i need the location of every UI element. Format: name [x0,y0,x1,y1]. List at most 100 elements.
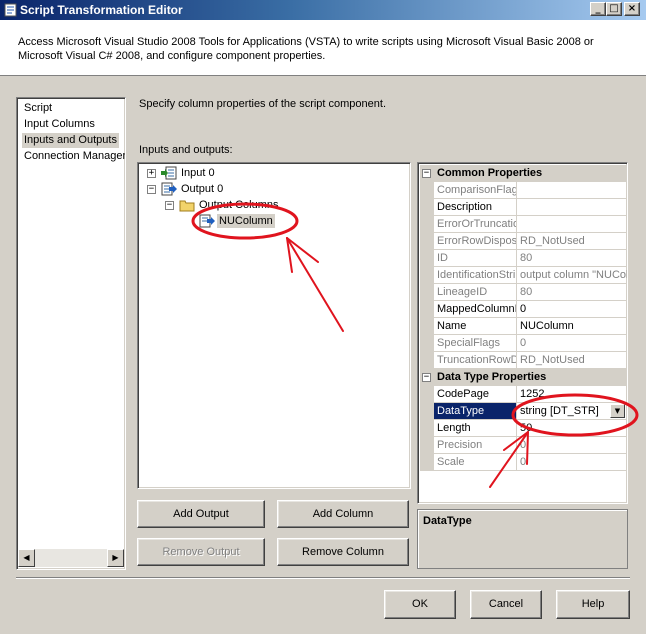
property-row-comparison-flags[interactable]: ComparisonFlags [420,182,627,199]
property-value-text: RD_NotUsed [520,235,585,247]
inputs-outputs-tree[interactable]: + Input 0 − Output 0 − Output Columns NU… [137,162,411,489]
property-row-error-or-truncation-operation[interactable]: ErrorOrTruncationOperation [420,216,627,233]
minimize-button[interactable]: _ [590,2,606,16]
property-value-text: RD_NotUsed [520,354,585,366]
collapse-output-columns-icon[interactable]: − [165,201,174,210]
property-value[interactable]: 50 [518,420,627,436]
property-value[interactable]: 0 [518,301,627,317]
property-row-gutter [420,318,434,335]
expand-input0-icon[interactable]: + [147,169,156,178]
property-row-lineage-id[interactable]: LineageID 80 [420,284,627,301]
property-row-description[interactable]: Description [420,199,627,216]
page-list: Script Input Columns Inputs and Outputs … [16,97,126,570]
collapse-datatype-icon[interactable]: − [422,373,431,382]
property-row-gutter [420,301,434,318]
property-row-gutter [420,335,434,352]
close-button[interactable]: × [624,2,640,16]
property-value[interactable] [518,199,627,215]
inputs-outputs-label: Inputs and outputs: [139,144,233,156]
add-output-button[interactable]: Add Output [137,500,265,528]
property-value[interactable]: string [DT_STR] ▼ [518,403,627,419]
remove-output-button[interactable]: Remove Output [137,538,265,566]
property-value [518,216,627,232]
property-value-text: 0 [520,456,527,468]
scroll-left-icon[interactable]: ◀ [18,549,35,567]
property-name: ID [434,250,517,266]
app-icon [3,2,19,18]
separator [16,577,630,579]
property-name: Length [434,420,517,436]
header-description: Access Microsoft Visual Studio 2008 Tool… [18,36,594,62]
property-row-special-flags[interactable]: SpecialFlags 0 [420,335,627,352]
category-common-properties[interactable]: − Common Properties [420,165,627,182]
property-row-gutter [420,403,434,420]
property-row-precision[interactable]: Precision 0 [420,437,627,454]
property-grid[interactable]: − Common Properties ComparisonFlags Descr… [417,162,628,504]
maximize-button[interactable]: □ [606,2,622,16]
property-value: 80 [518,284,627,300]
column-icon [199,214,215,228]
property-row-gutter [420,352,434,369]
nav-item-inputs-and-outputs[interactable]: Inputs and Outputs [22,133,119,148]
property-value-text: 0 [520,439,527,451]
property-name: LineageID [434,284,517,300]
property-value-text: output column "NUColumn" [520,269,627,281]
property-name: ComparisonFlags [434,182,517,198]
nav-item-connection-managers[interactable]: Connection Managers [22,149,125,164]
tree-item-output-columns[interactable]: Output Columns [199,198,278,212]
property-row-gutter [420,182,434,199]
property-value: 0 [518,437,627,453]
help-button[interactable]: Help [556,590,630,619]
property-row-mapped-column-id[interactable]: MappedColumnID 0 [420,301,627,318]
tree-item-input0[interactable]: Input 0 [181,166,215,180]
folder-icon [179,198,195,212]
property-value: 0 [518,454,627,470]
property-value[interactable]: 1252 [518,386,627,402]
scroll-right-icon[interactable]: ▶ [107,549,124,567]
category-data-type-properties[interactable]: − Data Type Properties [420,369,627,386]
property-row-truncation-row-disposition[interactable]: TruncationRowDispositionRD_NotUsed [420,352,627,369]
property-value-text: 50 [520,422,533,434]
nav-item-input-columns[interactable]: Input Columns [22,117,97,132]
property-name: SpecialFlags [434,335,517,351]
property-value [518,182,627,198]
property-value-text: 1252 [520,388,545,400]
property-row-error-row-disposition[interactable]: ErrorRowDispositionRD_NotUsed [420,233,627,250]
property-row-gutter [420,437,434,454]
tree-item-output0[interactable]: Output 0 [181,182,223,196]
property-value: RD_NotUsed [518,352,627,368]
remove-column-button[interactable]: Remove Column [277,538,409,566]
ok-button[interactable]: OK [384,590,456,619]
property-row-identification-string[interactable]: IdentificationStringoutput column "NUCol… [420,267,627,284]
property-row-gutter [420,250,434,267]
horizontal-scrollbar[interactable]: ◀ ▶ [18,549,124,567]
collapse-output0-icon[interactable]: − [147,185,156,194]
property-row-id[interactable]: ID 80 [420,250,627,267]
nav-item-script[interactable]: Script [22,101,54,116]
property-row-gutter [420,233,434,250]
property-row-scale[interactable]: Scale 0 [420,454,627,471]
cancel-button[interactable]: Cancel [470,590,542,619]
add-column-button[interactable]: Add Column [277,500,409,528]
property-row-name[interactable]: Name NUColumn [420,318,627,335]
property-row-gutter [420,267,434,284]
property-value-text: 80 [520,252,533,264]
collapse-common-icon[interactable]: − [422,169,431,178]
window-title: Script Transformation Editor [20,3,183,17]
dropdown-arrow-icon[interactable]: ▼ [610,404,625,418]
property-row-gutter [420,454,434,471]
property-value-text: string [DT_STR] [520,405,599,417]
property-name: ErrorRowDisposition [434,233,517,249]
property-row-gutter [420,386,434,403]
category-common-title: Common Properties [437,167,543,179]
tree-item-nucolumn[interactable]: NUColumn [217,214,275,228]
property-value: output column "NUColumn" [518,267,627,283]
property-row-data-type[interactable]: DataType string [DT_STR] ▼ [420,403,627,420]
property-value-text: 0 [520,303,527,315]
property-row-length[interactable]: Length 50 [420,420,627,437]
property-value[interactable]: NUColumn [518,318,627,334]
property-value-text: 0 [520,337,527,349]
property-help-title: DataType [423,515,472,527]
property-name: TruncationRowDisposition [434,352,517,368]
property-row-code-page[interactable]: CodePage 1252 [420,386,627,403]
